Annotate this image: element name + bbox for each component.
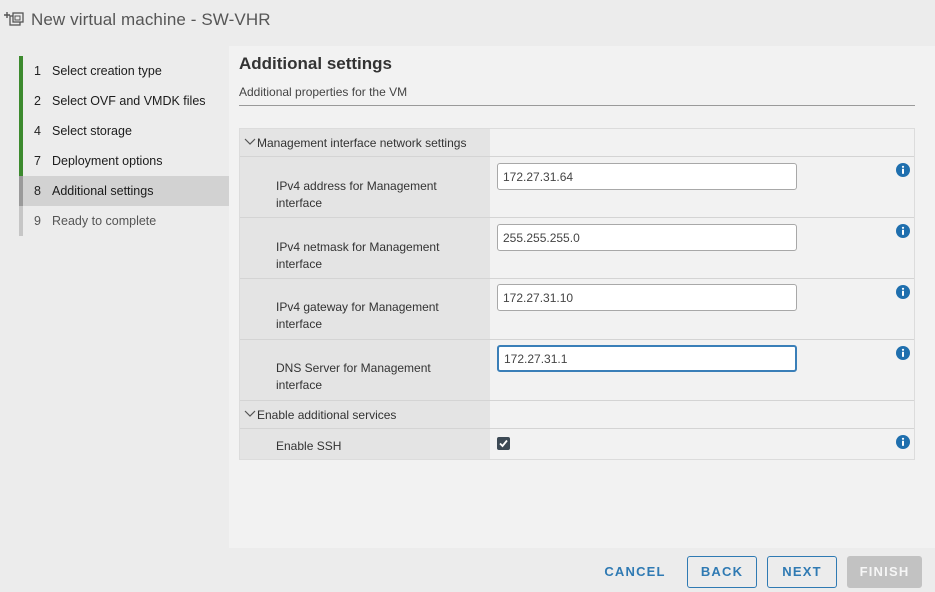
step-number: 4 xyxy=(34,124,41,138)
step-indicator xyxy=(19,86,23,116)
finish-button[interactable]: FINISH xyxy=(847,556,922,588)
step-number: 2 xyxy=(34,94,41,108)
group-management-network[interactable]: Management interface network settings xyxy=(240,129,914,157)
dns-server-input[interactable] xyxy=(497,345,797,372)
group-additional-services[interactable]: Enable additional services xyxy=(240,401,914,429)
property-row-ipv4-address: IPv4 address for Management interface xyxy=(240,157,914,218)
back-button[interactable]: BACK xyxy=(687,556,757,588)
info-icon[interactable] xyxy=(896,346,910,360)
step-indicator xyxy=(19,206,23,236)
step-deployment-options[interactable]: 7 Deployment options xyxy=(19,146,229,176)
property-row-ipv4-gateway: IPv4 gateway for Management interface xyxy=(240,279,914,340)
step-additional-settings[interactable]: 8 Additional settings xyxy=(19,176,229,206)
window-titlebar: New virtual machine - SW-VHR xyxy=(0,0,935,46)
chevron-down-icon xyxy=(244,138,256,145)
group-label: Management interface network settings xyxy=(257,135,467,150)
step-select-creation-type[interactable]: 1 Select creation type xyxy=(19,56,229,86)
step-select-storage[interactable]: 4 Select storage xyxy=(19,116,229,146)
cancel-button[interactable]: CANCEL xyxy=(596,556,674,588)
property-row-dns-server: DNS Server for Management interface xyxy=(240,340,914,401)
step-number: 9 xyxy=(34,214,41,228)
step-number: 7 xyxy=(34,154,41,168)
window-title: New virtual machine - SW-VHR xyxy=(31,10,271,29)
step-number: 8 xyxy=(34,184,41,198)
step-label: Select creation type xyxy=(52,64,162,78)
step-indicator xyxy=(19,146,23,176)
step-label: Additional settings xyxy=(52,184,154,198)
page-subtitle: Additional properties for the VM xyxy=(239,85,408,99)
ipv4-netmask-input[interactable] xyxy=(497,224,797,251)
step-label: Select storage xyxy=(52,124,132,138)
group-label: Enable additional services xyxy=(257,407,397,422)
property-label: IPv4 address for Management interface xyxy=(276,179,437,210)
step-label: Ready to complete xyxy=(52,214,157,228)
chevron-down-icon xyxy=(244,410,256,417)
page-title: Additional settings xyxy=(239,54,392,73)
ipv4-address-input[interactable] xyxy=(497,163,797,190)
ipv4-gateway-input[interactable] xyxy=(497,284,797,311)
enable-ssh-checkbox[interactable] xyxy=(497,437,510,450)
wizard-footer: CANCEL BACK NEXT FINISH xyxy=(0,548,935,592)
step-select-ovf-vmdk[interactable]: 2 Select OVF and VMDK files xyxy=(19,86,229,116)
info-icon[interactable] xyxy=(896,435,910,449)
checkmark-icon xyxy=(499,439,508,448)
step-label: Deployment options xyxy=(52,154,163,168)
property-label: IPv4 netmask for Management interface xyxy=(276,240,440,271)
step-ready-to-complete: 9 Ready to complete xyxy=(19,206,229,236)
wizard-steps-sidebar: 1 Select creation type 2 Select OVF and … xyxy=(0,46,229,548)
main-panel: Additional settings Additional propertie… xyxy=(229,46,935,548)
info-icon[interactable] xyxy=(896,285,910,299)
info-icon[interactable] xyxy=(896,224,910,238)
next-button[interactable]: NEXT xyxy=(767,556,837,588)
step-indicator xyxy=(19,176,23,206)
new-vm-icon xyxy=(4,12,24,26)
property-label: Enable SSH xyxy=(276,439,342,453)
property-label: IPv4 gateway for Management interface xyxy=(276,300,439,331)
property-row-ipv4-netmask: IPv4 netmask for Management interface xyxy=(240,218,914,279)
step-label: Select OVF and VMDK files xyxy=(52,94,206,108)
title-divider xyxy=(239,105,915,106)
property-row-enable-ssh: Enable SSH xyxy=(240,429,914,460)
step-number: 1 xyxy=(34,64,41,78)
step-indicator xyxy=(19,116,23,146)
info-icon[interactable] xyxy=(896,163,910,177)
property-label: DNS Server for Management interface xyxy=(276,361,431,392)
properties-grid: Management interface network settings IP… xyxy=(239,128,915,460)
step-indicator xyxy=(19,56,23,86)
